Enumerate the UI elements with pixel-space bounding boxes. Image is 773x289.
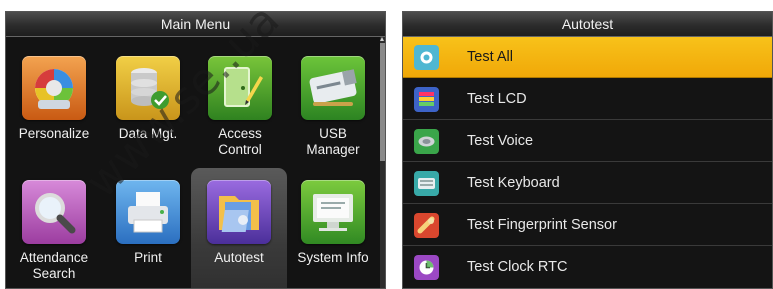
tile-label: Attendance Search [19, 250, 89, 281]
tile-label: Personalize [18, 126, 90, 141]
list-item-test-lcd[interactable]: Test LCD [403, 79, 772, 120]
usb-icon [301, 56, 365, 120]
lcd-icon [414, 87, 439, 112]
list-item-test-voice[interactable]: Test Voice [403, 121, 772, 162]
database-icon [116, 56, 180, 120]
voice-icon [414, 129, 439, 154]
tile-label: Access Control [218, 126, 262, 157]
tile-label: Print [134, 250, 162, 265]
list-item-label: Test All [467, 49, 513, 65]
tile-label: Autotest [214, 250, 264, 265]
autotest-title: Autotest [403, 12, 772, 37]
scroll-up-arrow-icon[interactable] [380, 37, 384, 41]
keyboard-icon [414, 171, 439, 196]
list-item-label: Test Keyboard [467, 175, 560, 191]
printer-icon [116, 180, 180, 244]
list-item-label: Test Fingerprint Sensor [467, 217, 617, 233]
tile-print[interactable]: Print [103, 180, 193, 266]
list-item-label: Test Voice [467, 133, 534, 149]
access-control-icon [208, 56, 272, 120]
main-menu-panel: Main Menu Personalize Data Mgt. Access C… [5, 11, 386, 289]
tile-label: USB Manager [306, 126, 360, 157]
scrollbar[interactable] [380, 37, 385, 288]
list-item-test-all[interactable]: Test All [403, 37, 772, 78]
tile-data-mgt[interactable]: Data Mgt. [103, 56, 193, 142]
scrollbar-thumb[interactable] [380, 43, 385, 161]
personalize-icon [22, 56, 86, 120]
main-menu-title: Main Menu [6, 12, 385, 37]
fingerprint-icon [414, 213, 439, 238]
tile-system-info[interactable]: System Info [288, 180, 378, 266]
clock-icon [414, 255, 439, 280]
tile-label: Data Mgt. [118, 126, 178, 141]
tile-label: System Info [297, 250, 369, 265]
list-item-label: Test LCD [467, 91, 527, 107]
list-item-label: Test Clock RTC [467, 259, 568, 275]
list-item-test-keyboard[interactable]: Test Keyboard [403, 163, 772, 204]
tile-attendance-search[interactable]: Attendance Search [9, 180, 99, 282]
search-icon [22, 180, 86, 244]
list-item-test-fingerprint[interactable]: Test Fingerprint Sensor [403, 205, 772, 246]
autotest-folder-icon [207, 180, 271, 244]
system-info-icon [301, 180, 365, 244]
test-all-icon [414, 45, 439, 70]
autotest-panel: Autotest Test All Test LCD Test Voice Te… [402, 11, 773, 289]
tile-autotest[interactable]: Autotest [191, 168, 287, 288]
tile-access-control[interactable]: Access Control [195, 56, 285, 158]
tile-personalize[interactable]: Personalize [9, 56, 99, 142]
tile-usb-manager[interactable]: USB Manager [288, 56, 378, 158]
list-item-test-clock[interactable]: Test Clock RTC [403, 247, 772, 288]
